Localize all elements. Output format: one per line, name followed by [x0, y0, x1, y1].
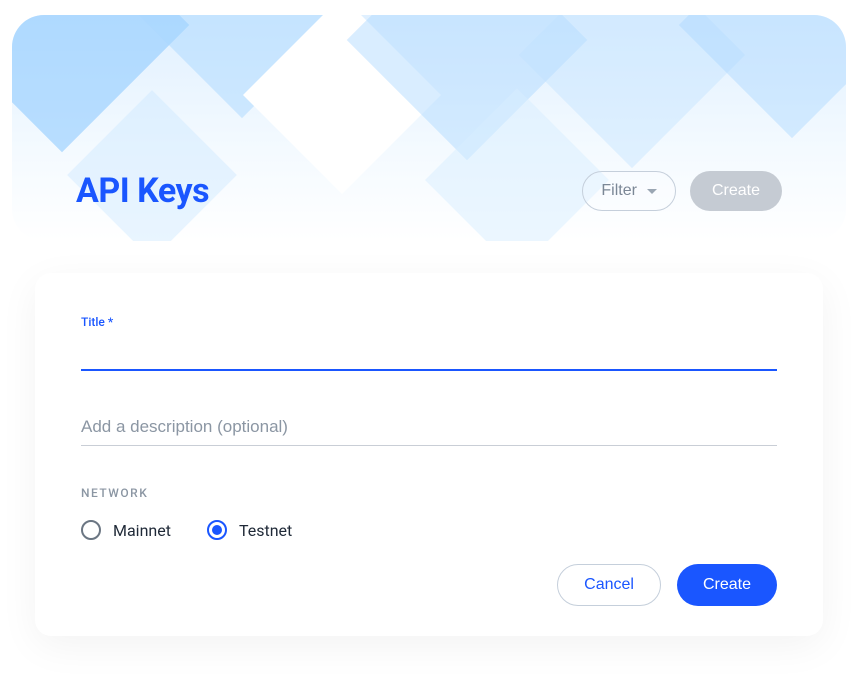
title-input[interactable]: [81, 335, 777, 371]
filter-label: Filter: [601, 182, 637, 200]
create-button-header[interactable]: Create: [690, 171, 782, 211]
radio-label-testnet: Testnet: [239, 521, 292, 540]
radio-dot-icon: [212, 525, 222, 535]
radio-label-mainnet: Mainnet: [113, 521, 171, 540]
network-radio-mainnet[interactable]: Mainnet: [81, 520, 171, 540]
network-radio-group: Mainnet Testnet: [81, 520, 777, 540]
hero-actions: Filter Create: [582, 171, 782, 211]
radio-icon: [81, 520, 101, 540]
title-field-group: Title *: [81, 315, 777, 371]
title-label: Title *: [81, 315, 777, 329]
page-title: API Keys: [76, 171, 209, 211]
cancel-button[interactable]: Cancel: [557, 564, 661, 606]
filter-button[interactable]: Filter: [582, 171, 676, 211]
hero-banner: API Keys Filter Create: [12, 15, 846, 241]
description-field-group: [81, 411, 777, 446]
form-actions: Cancel Create: [81, 564, 777, 606]
network-section-label: NETWORK: [81, 486, 777, 500]
create-api-key-card: Title * NETWORK Mainnet Testnet Cancel C…: [35, 273, 823, 636]
radio-icon-checked: [207, 520, 227, 540]
network-radio-testnet[interactable]: Testnet: [207, 520, 292, 540]
network-section: NETWORK Mainnet Testnet: [81, 486, 777, 540]
chevron-down-icon: [647, 189, 657, 194]
create-button[interactable]: Create: [677, 564, 777, 606]
description-input[interactable]: [81, 411, 777, 446]
